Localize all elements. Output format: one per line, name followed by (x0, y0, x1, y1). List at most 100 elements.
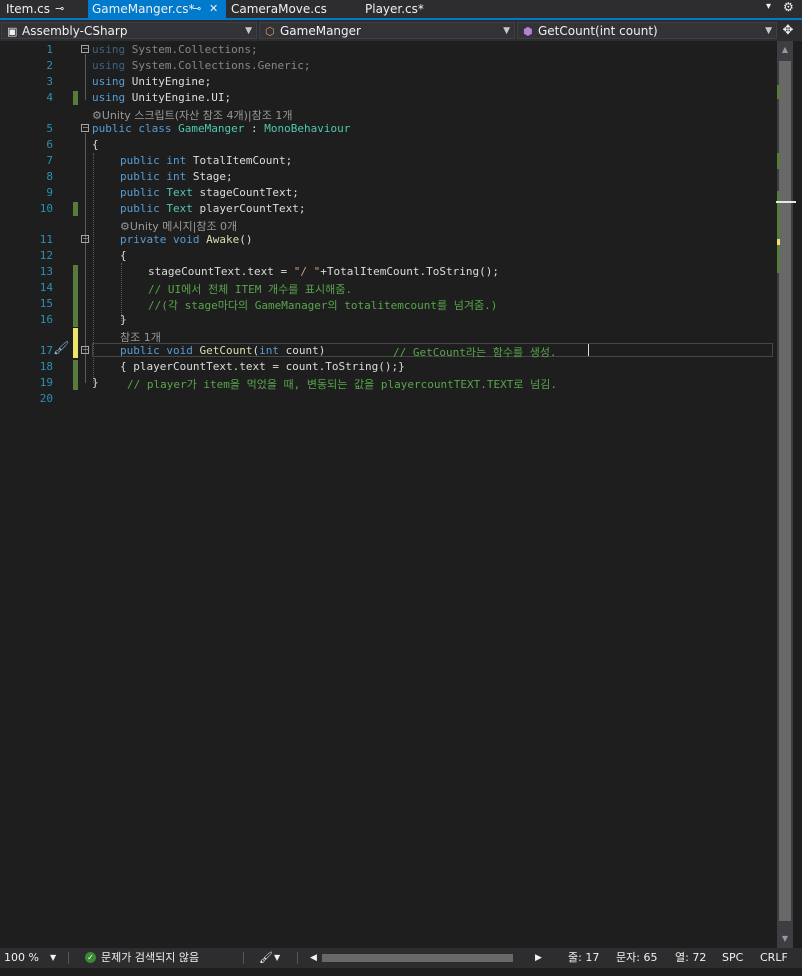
change-marker-saved (73, 202, 78, 216)
code-line-14: // UI에서 전체 ITEM 개수를 표시해줌. (148, 283, 353, 296)
tab-bar: Item.cs ⊸ GameManger.cs* ⊸ ✕ CameraMove.… (0, 0, 802, 18)
scroll-right-icon[interactable]: ▶ (535, 948, 542, 968)
scroll-down-icon[interactable]: ▼ (777, 934, 793, 943)
zoom-level[interactable]: 100 % (4, 948, 39, 968)
bottom-border (0, 968, 802, 976)
line-number: 15 (39, 297, 53, 310)
code-line-7: public int TotalItemCount; (120, 154, 293, 167)
horizontal-scroll-thumb[interactable] (322, 954, 513, 962)
line-number: 20 (39, 392, 53, 405)
line-number: 16 (39, 313, 53, 326)
code-line-19-comment: // player가 item을 먹었을 때, 변동되는 값을 playerco… (127, 378, 557, 391)
tab-item-cs[interactable]: Item.cs ⊸ (0, 0, 88, 18)
line-number: 10 (39, 202, 53, 215)
line-ending-indicator[interactable]: CRLF (760, 948, 788, 968)
line-number: 19 (39, 376, 53, 389)
chevron-down-icon: ▼ (503, 26, 510, 36)
tab-list-dropdown-icon[interactable]: ▾ (766, 1, 771, 12)
issues-status[interactable]: 문제가 검색되지 않음 (101, 948, 199, 968)
code-editor[interactable]: 1 2 3 4 5 6 7 8 9 10 11 12 13 14 15 16 1… (0, 41, 777, 948)
chevron-down-icon: ▼ (245, 26, 252, 36)
gear-icon[interactable]: ⚙ (783, 0, 794, 14)
class-icon: ⬡ (265, 25, 275, 38)
member-dropdown[interactable]: ⬢ GetCount(int count) ▼ (517, 22, 777, 39)
code-line-5: public class GameManger : MonoBehaviour (92, 122, 351, 135)
separator (68, 952, 69, 964)
collapse-icon[interactable]: − (81, 45, 89, 53)
line-number: 14 (39, 281, 53, 294)
column-indicator[interactable]: 열: 72 (675, 948, 706, 968)
pin-icon[interactable]: ⊸ (192, 0, 201, 18)
scroll-up-icon[interactable]: ▲ (777, 45, 793, 54)
change-marker-saved (73, 360, 78, 390)
code-line-15: //(각 stage마다의 GameManager의 totalitemcoun… (148, 299, 498, 312)
code-line-18: { playerCountText.text = count.ToString(… (120, 360, 405, 373)
collapse-icon[interactable]: − (81, 346, 89, 354)
collapse-icon[interactable]: − (81, 235, 89, 243)
code-line-3: using UnityEngine; (92, 75, 212, 88)
scroll-caret-marker (776, 201, 796, 203)
fold-guide (85, 54, 86, 100)
codelens-references[interactable]: ⚙Unity 스크립트(자산 참조 4개)|참조 1개 (92, 107, 292, 123)
tab-label: Player.cs* (365, 2, 424, 16)
split-editor-icon[interactable]: ✥ (779, 22, 797, 39)
line-number: 8 (46, 170, 53, 183)
change-marker-unsaved (73, 328, 78, 358)
code-cleanup-brush-icon[interactable]: 🖌 (259, 948, 273, 968)
code-line-1: using System.Collections; (92, 43, 258, 56)
scroll-marker (777, 153, 780, 169)
tab-label: Item.cs (6, 2, 50, 16)
tab-cameramove-cs[interactable]: CameraMove.cs (226, 0, 356, 18)
line-number: 4 (46, 91, 53, 104)
line-number: 9 (46, 186, 53, 199)
project-dropdown[interactable]: ▣ Assembly-CSharp ▼ (1, 22, 257, 39)
line-number: 2 (46, 59, 53, 72)
code-line-8: public int Stage; (120, 170, 233, 183)
quick-actions-brush-icon[interactable]: 🖌 (53, 341, 70, 356)
collapse-icon[interactable]: − (81, 124, 89, 132)
code-line-13: stageCountText.text = "/ "+TotalItemCoun… (148, 265, 500, 278)
code-line-16: } (120, 313, 127, 326)
code-line-9: public Text stageCountText; (120, 186, 299, 199)
close-icon[interactable]: ✕ (209, 0, 218, 18)
line-number: 11 (39, 233, 53, 246)
spacing-indicator[interactable]: SPC (722, 948, 743, 968)
tab-label: GameManger.cs* (92, 2, 195, 16)
change-marker-saved (73, 91, 78, 105)
scroll-marker (777, 245, 780, 273)
project-label: Assembly-CSharp (22, 24, 128, 38)
line-number: 6 (46, 138, 53, 151)
code-line-2: using System.Collections.Generic; (92, 59, 311, 72)
scroll-left-icon[interactable]: ◀ (310, 948, 317, 968)
tab-gamemanger-cs[interactable]: GameManger.cs* ⊸ ✕ (88, 0, 226, 18)
tab-player-cs[interactable]: Player.cs* (356, 0, 476, 18)
code-line-19: } (92, 376, 99, 389)
code-line-4: using UnityEngine.UI; (92, 91, 232, 104)
chevron-down-icon[interactable]: ▼ (274, 948, 280, 968)
scroll-marker (777, 85, 780, 99)
line-indicator[interactable]: 줄: 17 (568, 948, 599, 968)
code-line-10: public Text playerCountText; (120, 202, 306, 215)
separator (243, 952, 244, 964)
code-line-17-comment: // GetCount라는 함수를 생성. (393, 346, 557, 359)
line-number: 5 (46, 122, 53, 135)
code-line-12: { (120, 249, 127, 262)
line-number: 1 (46, 43, 53, 56)
project-icon: ▣ (7, 25, 18, 38)
navigation-bar: ▣ Assembly-CSharp ▼ ⬡ GameManger ▼ ⬢ Get… (0, 20, 802, 41)
line-number: 7 (46, 154, 53, 167)
type-label: GameManger (280, 24, 361, 38)
change-marker-saved (73, 265, 78, 327)
vertical-scrollbar[interactable]: ▲ ▼ (777, 41, 793, 948)
scroll-thumb[interactable] (779, 61, 791, 921)
code-line-6: { (92, 138, 99, 151)
type-dropdown[interactable]: ⬡ GameManger ▼ (259, 22, 515, 39)
line-number: 17 (39, 344, 53, 357)
char-indicator[interactable]: 문자: 65 (616, 948, 657, 968)
codelens-references[interactable]: ⚙Unity 메시지|참조 0개 (120, 218, 237, 234)
line-number: 3 (46, 75, 53, 88)
zoom-dropdown-icon[interactable]: ▼ (50, 948, 56, 968)
pin-icon[interactable]: ⊸ (55, 0, 64, 18)
line-number: 13 (39, 265, 53, 278)
scroll-marker (777, 191, 780, 239)
